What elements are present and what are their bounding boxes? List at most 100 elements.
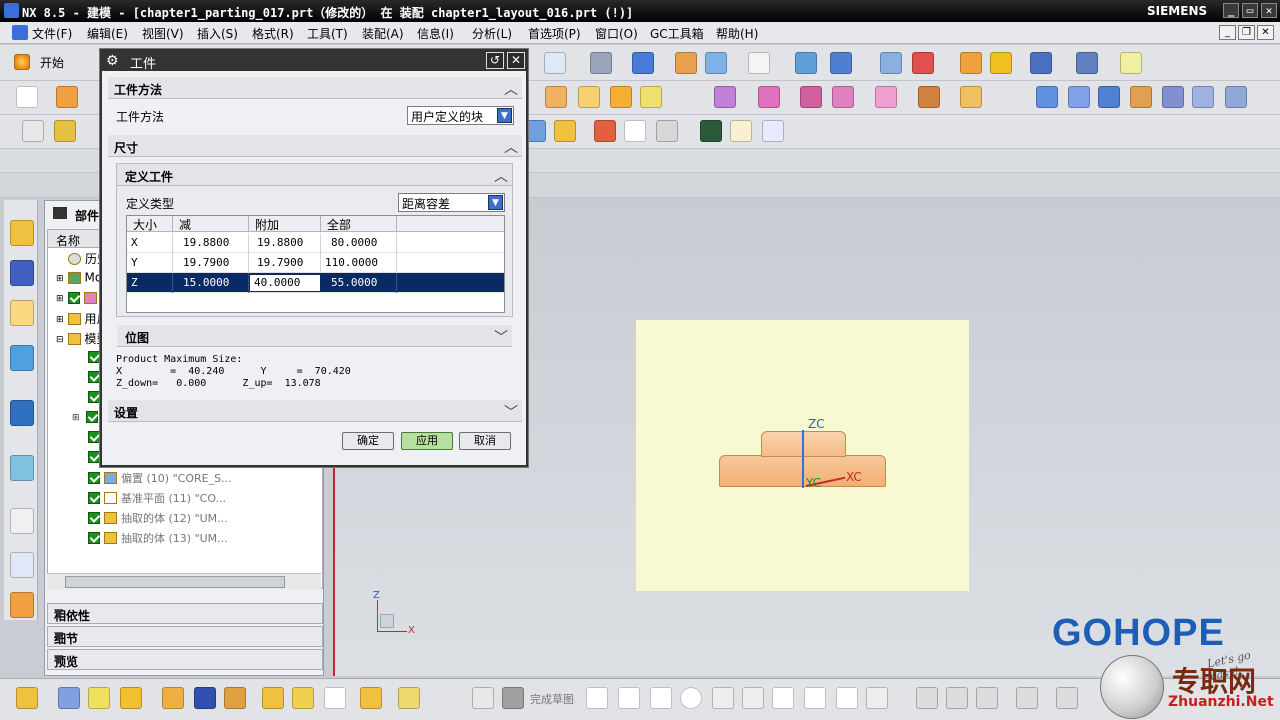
table-row[interactable]: X 19.8800 19.8800 80.0000 bbox=[127, 233, 504, 253]
cylinder-icon[interactable] bbox=[730, 120, 752, 142]
fillet-icon[interactable] bbox=[712, 687, 734, 709]
table-row-selected[interactable]: Z 15.0000 40.0000 55.0000 bbox=[127, 273, 504, 293]
mdi-close-button[interactable]: ✕ bbox=[1257, 25, 1274, 40]
menu-window[interactable]: 窗口(O) bbox=[595, 25, 638, 42]
menu-tools[interactable]: 工具(T) bbox=[307, 25, 348, 42]
block-icon[interactable] bbox=[545, 86, 567, 108]
measure-icon[interactable] bbox=[912, 52, 934, 74]
csys-icon[interactable] bbox=[120, 687, 142, 709]
corner-icon[interactable] bbox=[976, 687, 998, 709]
mold-base-icon[interactable] bbox=[360, 687, 382, 709]
point-sketch-icon[interactable] bbox=[836, 687, 858, 709]
insert-pocket-icon[interactable] bbox=[292, 687, 314, 709]
ok-button[interactable]: 确定 bbox=[342, 432, 394, 450]
trim-icon[interactable] bbox=[916, 687, 938, 709]
menu-information[interactable]: 信息(I) bbox=[417, 25, 454, 42]
header-plus[interactable]: 附加 bbox=[249, 216, 321, 232]
tree-item-feature[interactable]: ⊞ bbox=[72, 410, 102, 430]
group-size[interactable]: 尺寸 ︿ bbox=[108, 135, 522, 157]
constraint-navigator-icon[interactable] bbox=[10, 260, 34, 286]
layer-icon[interactable] bbox=[705, 52, 727, 74]
point-icon[interactable] bbox=[554, 120, 576, 142]
group-position[interactable]: 位图 ﹀ bbox=[117, 325, 512, 347]
method-select[interactable]: 用户定义的块 ▼ bbox=[407, 106, 514, 125]
snap-icon[interactable] bbox=[960, 52, 982, 74]
apply-button[interactable]: 应用 bbox=[401, 432, 453, 450]
menu-assembly[interactable]: 装配(A) bbox=[362, 25, 404, 42]
dimension-icon[interactable] bbox=[1076, 52, 1098, 74]
frame-icon[interactable] bbox=[656, 120, 678, 142]
shell-icon[interactable] bbox=[640, 86, 662, 108]
window-frame-icon[interactable] bbox=[748, 52, 770, 74]
ruler-icon[interactable] bbox=[1120, 52, 1142, 74]
shrink-icon[interactable] bbox=[162, 687, 184, 709]
finish-sketch-label[interactable]: 完成草图 bbox=[530, 691, 574, 707]
reuse-library-icon[interactable] bbox=[10, 345, 34, 371]
section-preview[interactable]: 预览 ▼ bbox=[47, 649, 323, 670]
finish-sketch-icon[interactable] bbox=[502, 687, 524, 709]
section-details[interactable]: 细节 ▼ bbox=[47, 626, 323, 647]
load-product-icon[interactable] bbox=[88, 687, 110, 709]
menu-analysis[interactable]: 分析(L) bbox=[472, 25, 512, 42]
face-icon[interactable] bbox=[1162, 86, 1184, 108]
tree-item-extracted-body[interactable]: 抽取的体 (12) "UM... bbox=[88, 510, 228, 530]
scrollbar-thumb[interactable] bbox=[65, 576, 285, 588]
roles-icon[interactable] bbox=[10, 592, 34, 618]
folder-icon[interactable] bbox=[675, 52, 697, 74]
mirror-icon[interactable] bbox=[960, 86, 982, 108]
header-minus[interactable]: 减 bbox=[173, 216, 249, 232]
menu-insert[interactable]: 插入(S) bbox=[197, 25, 238, 42]
blend-icon[interactable] bbox=[578, 86, 600, 108]
layout-icon[interactable] bbox=[224, 687, 246, 709]
mdi-minimize-button[interactable]: _ bbox=[1219, 25, 1236, 40]
system-materials-icon[interactable] bbox=[10, 552, 34, 578]
subtract-icon[interactable] bbox=[758, 86, 780, 108]
chamfer-icon[interactable] bbox=[610, 86, 632, 108]
close-icon[interactable]: ✕ bbox=[507, 52, 525, 69]
eye-icon[interactable] bbox=[700, 120, 722, 142]
offset-icon[interactable] bbox=[1130, 86, 1152, 108]
menu-file[interactable]: 文件(F) bbox=[32, 25, 72, 42]
clock-icon[interactable] bbox=[10, 508, 34, 534]
polygon-icon[interactable] bbox=[866, 687, 888, 709]
family-mold-icon[interactable] bbox=[262, 687, 284, 709]
reset-icon[interactable]: ↺ bbox=[486, 52, 504, 69]
table-icon[interactable] bbox=[880, 52, 902, 74]
tree-item-cameras[interactable]: ⊞ bbox=[56, 290, 101, 310]
box-view-icon[interactable] bbox=[632, 52, 654, 74]
unite-icon[interactable] bbox=[714, 86, 736, 108]
minimize-button[interactable]: _ bbox=[1223, 3, 1239, 18]
assembly-navigator-icon[interactable] bbox=[10, 220, 34, 246]
magic-icon[interactable] bbox=[990, 52, 1012, 74]
gear-icon[interactable]: ⚙ bbox=[106, 53, 119, 69]
sweep-icon[interactable] bbox=[1098, 86, 1120, 108]
thicken-icon[interactable] bbox=[1192, 86, 1214, 108]
pattern-icon[interactable] bbox=[918, 86, 940, 108]
polyline-icon[interactable] bbox=[804, 687, 826, 709]
circle-icon[interactable] bbox=[680, 687, 702, 709]
maximize-button[interactable]: ▭ bbox=[1242, 3, 1258, 18]
header-size[interactable]: 大小 bbox=[127, 216, 173, 232]
close-window-button[interactable]: ✕ bbox=[1261, 3, 1277, 18]
chamfer-sketch-icon[interactable] bbox=[742, 687, 764, 709]
spreadsheet-icon[interactable] bbox=[624, 120, 646, 142]
cancel-button[interactable]: 取消 bbox=[459, 432, 511, 450]
mold-wizard-icon[interactable] bbox=[58, 687, 80, 709]
offset-curve-icon[interactable] bbox=[1016, 687, 1038, 709]
shade-mode-icon[interactable] bbox=[590, 52, 612, 74]
extend-icon[interactable] bbox=[946, 687, 968, 709]
select-icon[interactable] bbox=[54, 120, 76, 142]
plane-icon[interactable] bbox=[594, 120, 616, 142]
plus-value-input[interactable]: 40.0000 bbox=[249, 274, 321, 292]
section-dependencies[interactable]: 相依性 ▼ bbox=[47, 603, 323, 624]
trim-body-icon[interactable] bbox=[832, 86, 854, 108]
sketch-icon[interactable] bbox=[472, 687, 494, 709]
header-total[interactable]: 全部 bbox=[321, 216, 397, 232]
group-workpiece-method[interactable]: 工件方法 ︿ bbox=[108, 77, 522, 99]
group-define-workpiece[interactable]: 定义工件 ︿ bbox=[117, 164, 512, 186]
menu-format[interactable]: 格式(R) bbox=[252, 25, 294, 42]
new-sketch-icon[interactable] bbox=[16, 86, 38, 108]
profile-icon[interactable] bbox=[586, 687, 608, 709]
mirror-curve-icon[interactable] bbox=[1056, 687, 1078, 709]
paper-clip-icon[interactable] bbox=[398, 687, 420, 709]
